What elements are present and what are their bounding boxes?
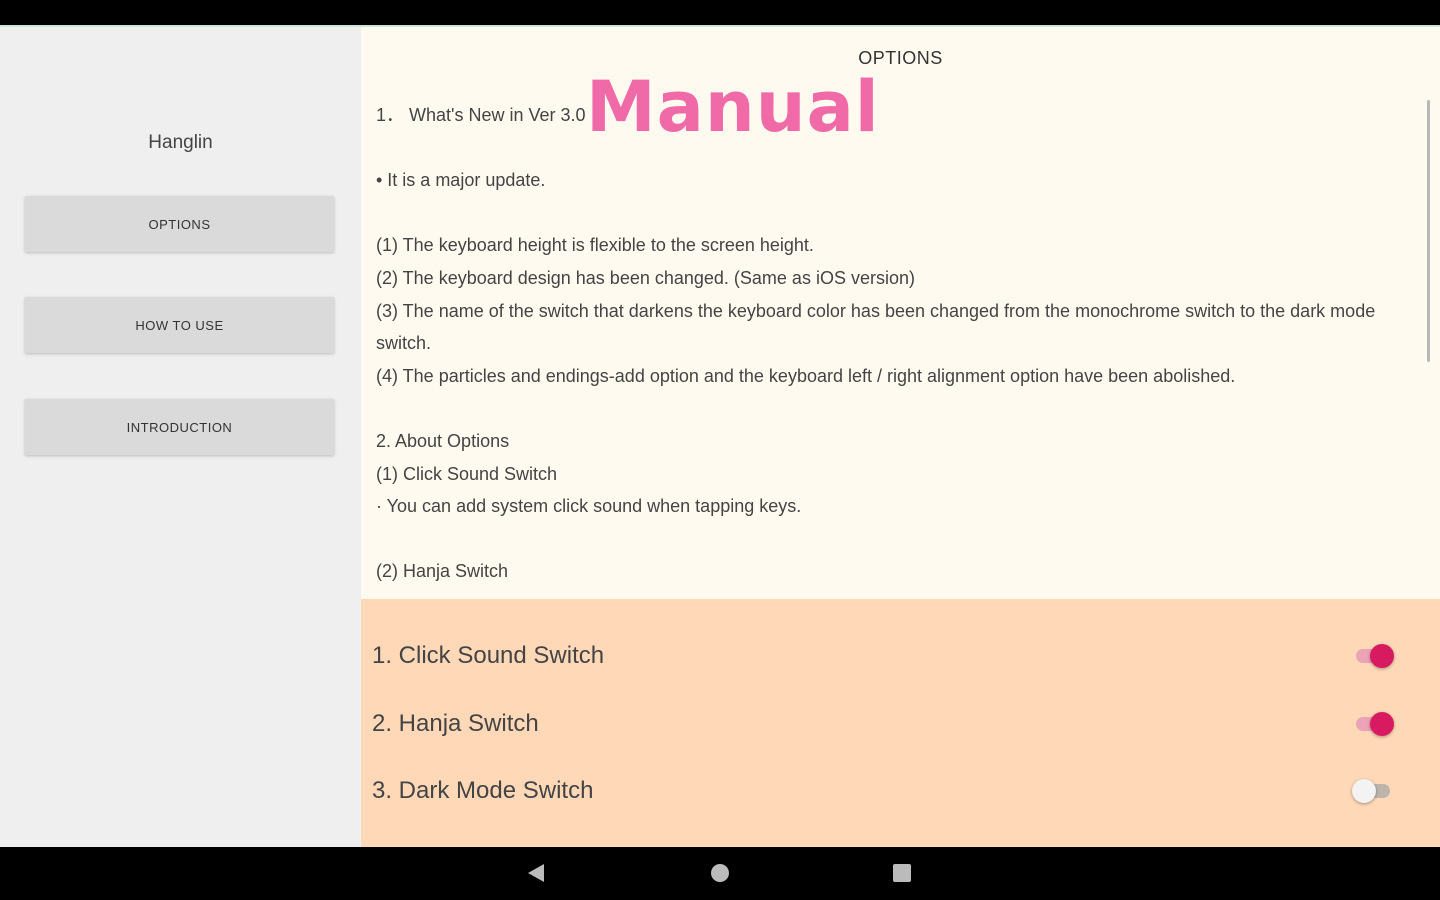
manual-line: 2. About Options [376, 430, 510, 451]
main-panel: OPTIONS 1． What's New in Ver 3.0 • It is… [361, 27, 1440, 847]
dark-mode-switch[interactable] [1352, 779, 1392, 803]
manual-line: (3) The name of the switch that darkens … [376, 300, 1376, 354]
manual-line [376, 523, 1416, 556]
hanja-switch[interactable] [1356, 712, 1394, 736]
recents-square-icon[interactable] [893, 864, 911, 882]
setting-row-click-sound: 1. Click Sound Switch [361, 626, 1440, 686]
home-circle-icon[interactable] [711, 864, 729, 882]
manual-line: • It is a major update. [376, 170, 546, 191]
manual-line [376, 392, 1416, 425]
manual-line [376, 132, 1416, 165]
manual-line: (2) The keyboard design has been changed… [376, 267, 915, 288]
manual-line: 1． What's New in Ver 3.0 [376, 105, 586, 125]
setting-row-dark-mode: 3. Dark Mode Switch [361, 761, 1440, 821]
manual-content[interactable]: OPTIONS 1． What's New in Ver 3.0 • It is… [361, 27, 1440, 599]
manual-line: (1) Click Sound Switch [376, 463, 558, 484]
how-to-use-button[interactable]: HOW TO USE [25, 297, 334, 353]
status-bar [0, 0, 1440, 27]
manual-text: 1． What's New in Ver 3.0 • It is a major… [376, 99, 1416, 588]
click-sound-switch[interactable] [1356, 644, 1394, 668]
manual-line [376, 197, 1416, 230]
hanja-label: 2. Hanja Switch [372, 710, 539, 737]
manual-line: (4) The particles and endings-add option… [376, 365, 1236, 386]
switch-thumb [1370, 644, 1394, 668]
sidebar: Hanglin OPTIONS HOW TO USE INTRODUCTION [0, 27, 361, 847]
page-title: OPTIONS [858, 48, 943, 68]
content-scrollbar[interactable] [1427, 100, 1430, 362]
switch-thumb [1370, 712, 1394, 736]
setting-row-hanja: 2. Hanja Switch [361, 694, 1440, 754]
manual-overlay-label: Manual [586, 66, 880, 148]
settings-panel: 1. Click Sound Switch 2. Hanja Switch 3.… [361, 599, 1440, 847]
click-sound-label: 1. Click Sound Switch [372, 642, 605, 669]
manual-line: (1) The keyboard height is flexible to t… [376, 235, 814, 256]
introduction-button[interactable]: INTRODUCTION [25, 399, 334, 455]
navigation-bar [0, 847, 1440, 900]
back-triangle-icon[interactable] [528, 864, 544, 882]
switch-thumb [1352, 779, 1376, 803]
dark-mode-label: 3. Dark Mode Switch [372, 777, 594, 804]
app-name: Hanglin [148, 132, 213, 153]
options-button[interactable]: OPTIONS [25, 196, 334, 252]
manual-line: (2) Hanja Switch [376, 561, 509, 582]
manual-line: · You can add system click sound when ta… [376, 496, 802, 517]
